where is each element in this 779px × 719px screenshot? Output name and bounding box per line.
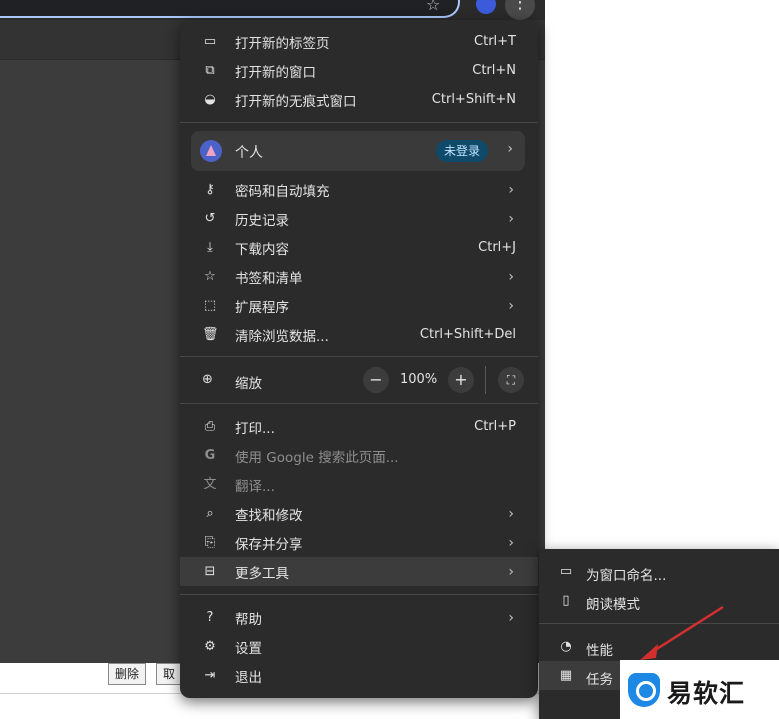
menu-separator — [180, 594, 538, 595]
watermark: 易软汇 — [620, 660, 779, 719]
zoom-out-button[interactable]: − — [363, 367, 389, 393]
watermark-text: 易软汇 — [667, 679, 746, 708]
bookmark-star-icon[interactable]: ☆ — [426, 0, 444, 14]
menu-item-new-tab[interactable]: ▭ 打开新的标签页 Ctrl+T — [180, 27, 538, 56]
sign-in-badge: 未登录 — [436, 140, 489, 162]
zoom-row: ⊕ 缩放 − 100% + ⛶ — [180, 362, 538, 398]
menu-item-new-window[interactable]: ⧉ 打开新的窗口 Ctrl+N — [180, 56, 538, 85]
menu-separator — [180, 403, 538, 404]
chevron-right-icon: › — [508, 268, 514, 285]
chevron-right-icon: › — [507, 141, 513, 157]
zoom-value: 100% — [400, 372, 438, 387]
chevron-right-icon: › — [508, 609, 514, 626]
chevron-right-icon: › — [508, 534, 514, 551]
zoom-icon: ⊕ — [202, 372, 213, 387]
task-manager-icon: ▦ — [559, 668, 573, 683]
cancel-button[interactable]: 取 — [156, 663, 183, 685]
performance-icon: ◔ — [560, 639, 572, 654]
menu-item-translate[interactable]: 文 翻译... — [180, 470, 538, 499]
zoom-in-button[interactable]: + — [448, 367, 474, 393]
menu-item-settings[interactable]: ⚙ 设置 — [180, 632, 538, 661]
new-window-icon: ⧉ — [205, 62, 215, 78]
zoom-divider — [485, 366, 486, 394]
download-icon: ⤓ — [207, 239, 213, 255]
chevron-right-icon: › — [508, 210, 514, 227]
menu-item-more-tools[interactable]: ⊟ 更多工具 › — [180, 557, 538, 586]
settings-icon: ⚙ — [204, 638, 216, 654]
page-content-white — [545, 0, 779, 548]
reading-mode-icon: ▯ — [562, 593, 570, 608]
profile-row[interactable]: 个人 未登录 › — [191, 131, 525, 171]
incognito-icon: ◒ — [204, 91, 216, 107]
menu-item-history[interactable]: ↺ 历史记录 › — [180, 204, 538, 233]
fullscreen-icon[interactable]: ⛶ — [498, 367, 524, 393]
address-bar[interactable] — [0, 0, 460, 18]
watermark-logo-icon — [628, 673, 660, 707]
menu-item-bookmarks[interactable]: ☆ 书签和清单 › — [180, 262, 538, 291]
delete-button[interactable]: 删除 — [108, 663, 147, 685]
menu-item-help[interactable]: ? 帮助 › — [180, 603, 538, 632]
star-icon: ☆ — [204, 268, 216, 284]
menu-item-find-edit[interactable]: ⌕ 查找和修改 › — [180, 499, 538, 528]
menu-separator — [180, 356, 538, 357]
menu-item-clear-data[interactable]: 🗑 清除浏览数据... Ctrl+Shift+Del — [180, 320, 538, 349]
menu-item-downloads[interactable]: ⤓ 下载内容 Ctrl+J — [180, 233, 538, 262]
menu-item-google-search[interactable]: G 使用 Google 搜索此页面... — [180, 441, 538, 470]
menu-item-exit[interactable]: ⇥ 退出 — [180, 661, 538, 690]
chevron-right-icon: › — [508, 563, 514, 580]
chevron-right-icon: › — [508, 297, 514, 314]
trash-icon: 🗑 — [202, 326, 219, 342]
profile-avatar-icon — [200, 140, 222, 162]
chevron-right-icon: › — [508, 505, 514, 522]
submenu-item-name-window[interactable]: ▭ 为窗口命名... — [539, 557, 779, 586]
menu-item-extensions[interactable]: ⬚ 扩展程序 › — [180, 291, 538, 320]
window-name-icon: ▭ — [559, 564, 573, 579]
new-tab-icon: ▭ — [203, 33, 217, 49]
chevron-right-icon: › — [508, 181, 514, 198]
print-icon: ⎙ — [204, 418, 216, 434]
chrome-main-menu: ▭ 打开新的标签页 Ctrl+T ⧉ 打开新的窗口 Ctrl+N ◒ 打开新的无… — [180, 20, 538, 698]
help-icon: ? — [206, 609, 214, 625]
menu-separator — [180, 122, 538, 123]
menu-item-passwords[interactable]: ⚷ 密码和自动填充 › — [180, 175, 538, 204]
translate-icon: 文 — [203, 476, 217, 492]
toolbox-icon: ⊟ — [204, 563, 216, 579]
menu-item-print[interactable]: ⎙ 打印... Ctrl+P — [180, 412, 538, 441]
menu-item-incognito[interactable]: ◒ 打开新的无痕式窗口 Ctrl+Shift+N — [180, 85, 538, 114]
history-icon: ↺ — [204, 210, 216, 226]
key-icon: ⚷ — [205, 181, 215, 197]
save-share-icon: ⎘ — [204, 534, 216, 550]
google-icon: G — [204, 447, 216, 463]
exit-icon: ⇥ — [204, 667, 216, 683]
find-icon: ⌕ — [206, 505, 214, 521]
menu-item-save-share[interactable]: ⎘ 保存并分享 › — [180, 528, 538, 557]
extension-icon: ⬚ — [203, 297, 217, 313]
